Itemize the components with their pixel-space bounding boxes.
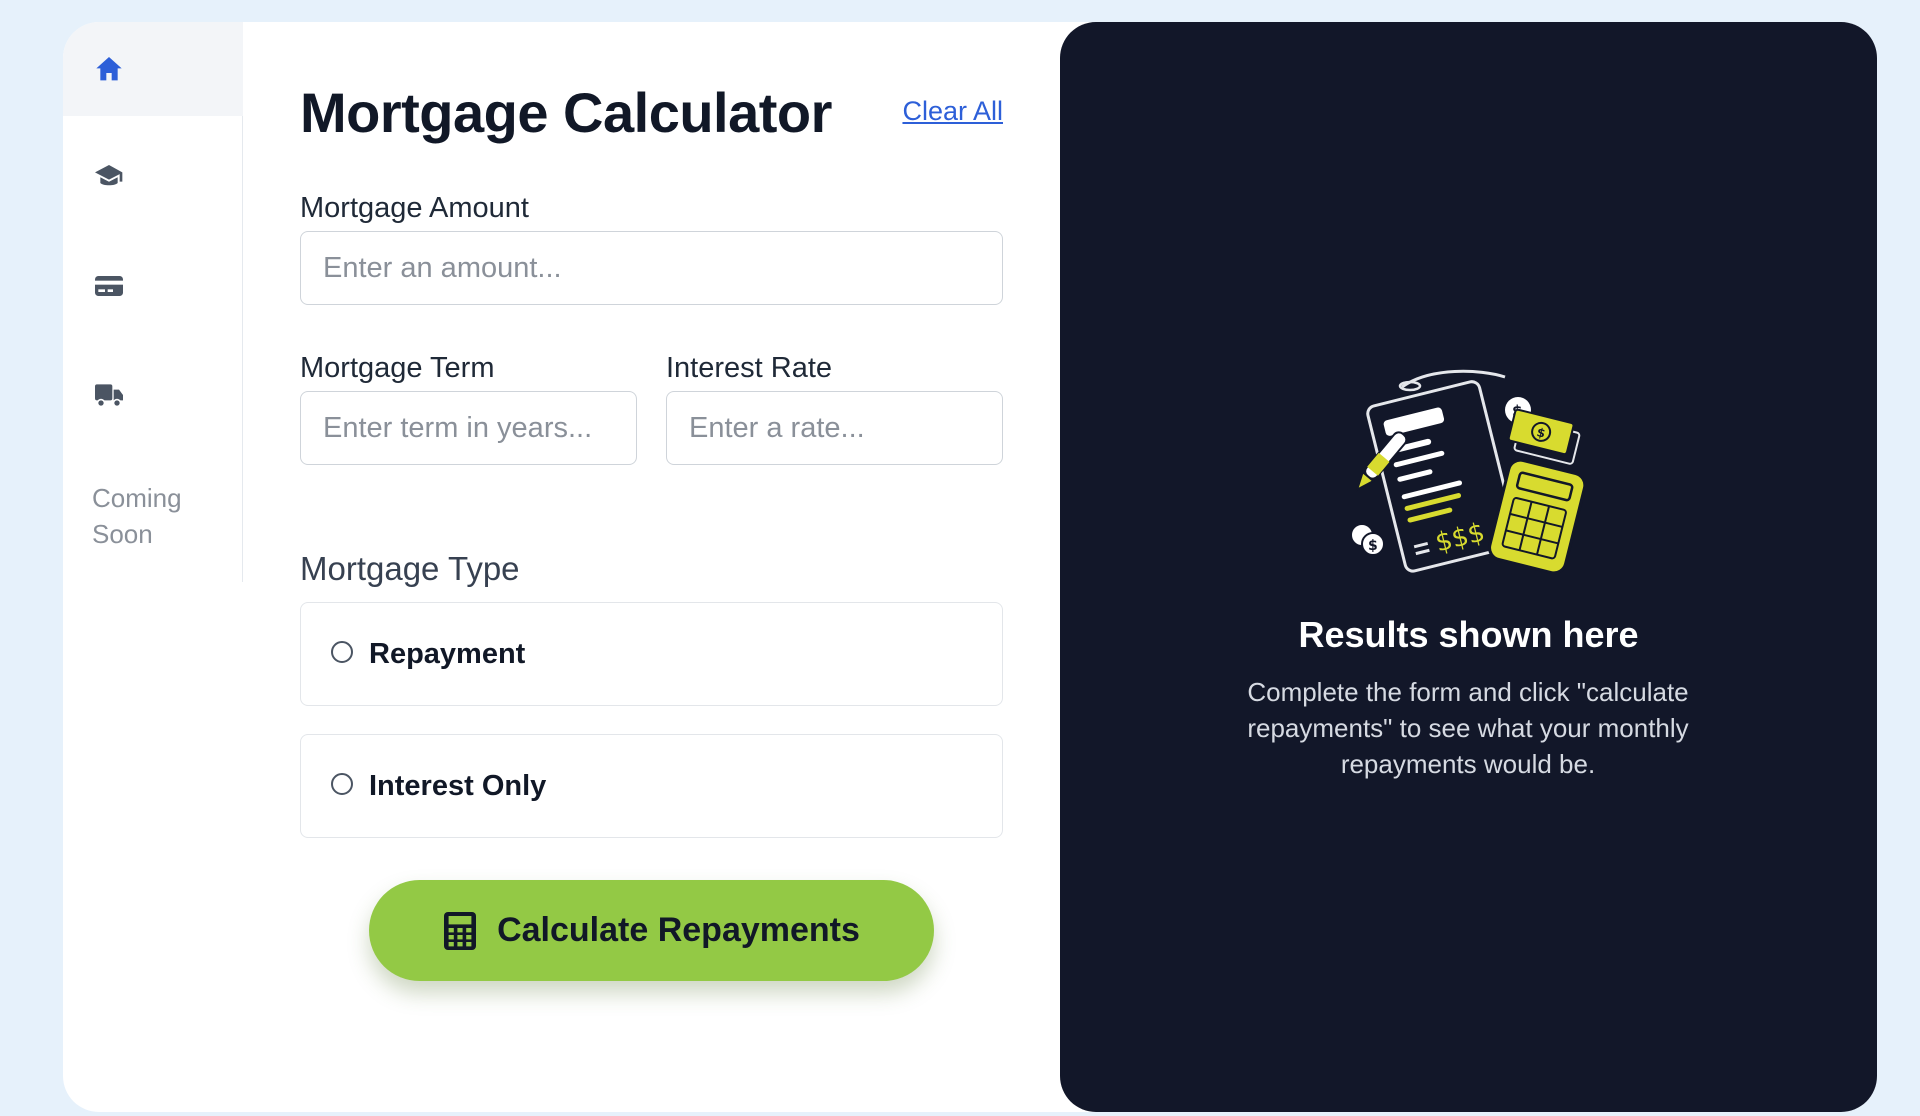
mortgage-type-label: Mortgage Type: [300, 550, 520, 587]
radio-button[interactable]: [331, 641, 353, 663]
page-title: Mortgage Calculator: [300, 81, 832, 144]
truck-icon: [95, 384, 123, 408]
svg-text:$: $: [1368, 538, 1378, 554]
sidebar-item-delivery[interactable]: [63, 348, 243, 442]
mortgage-amount-label: Mortgage Amount: [300, 192, 529, 224]
mortgage-amount-input[interactable]: [300, 231, 1003, 305]
calculator-icon: [444, 911, 477, 950]
home-icon: [96, 57, 122, 81]
results-panel: $$$ $ $ $: [1060, 22, 1877, 1112]
sidebar: Coming Soon: [63, 22, 243, 582]
radio-option-interest-only[interactable]: Interest Only: [300, 734, 1003, 838]
credit-card-icon: [95, 276, 123, 296]
empty-results-illustration-icon: $$$ $ $ $: [1350, 369, 1587, 575]
results-description: Complete the form and click "calculate r…: [1247, 677, 1689, 779]
coming-soon-label: Coming Soon: [92, 483, 182, 549]
clear-all-link[interactable]: Clear All: [902, 96, 1003, 127]
radio-label-interest-only: Interest Only: [369, 769, 547, 802]
interest-rate-label: Interest Rate: [666, 352, 833, 384]
results-title: Results shown here: [1298, 614, 1639, 655]
calculate-repayments-button[interactable]: Calculate Repayments: [369, 880, 934, 981]
graduation-cap-icon: [95, 165, 123, 186]
sidebar-item-education[interactable]: [63, 130, 243, 224]
radio-button[interactable]: [331, 773, 353, 795]
calculate-button-label: Calculate Repayments: [497, 911, 860, 949]
sidebar-item-cards[interactable]: [63, 239, 243, 333]
radio-option-repayment[interactable]: Repayment: [300, 602, 1003, 706]
interest-rate-input[interactable]: [666, 391, 1003, 465]
radio-label-repayment: Repayment: [369, 637, 526, 670]
sidebar-item-home[interactable]: [63, 22, 243, 116]
mortgage-term-input[interactable]: [300, 391, 637, 465]
mortgage-term-label: Mortgage Term: [300, 352, 495, 384]
mortgage-form: Mortgage Calculator Clear All Mortgage A…: [300, 22, 1003, 1112]
